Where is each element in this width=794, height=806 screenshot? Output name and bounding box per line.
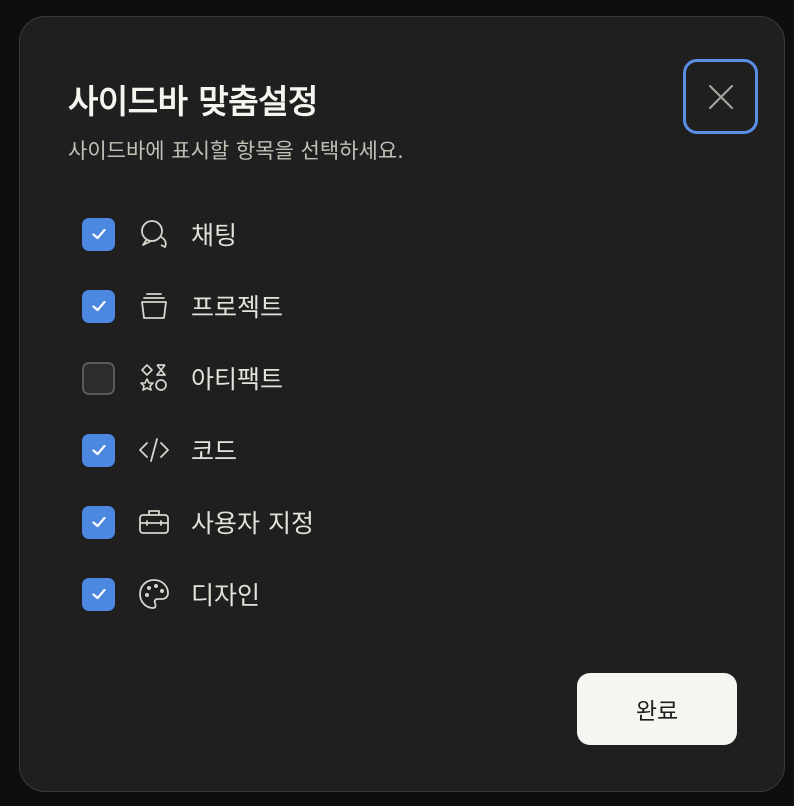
code-icon [137, 433, 171, 467]
folder-stack-icon [137, 289, 171, 323]
done-button[interactable]: 완료 [577, 673, 737, 745]
sidebar-option-customize[interactable]: 사용자 지정 [82, 502, 482, 542]
close-button[interactable] [683, 59, 758, 134]
checkbox-projects[interactable] [82, 289, 115, 323]
sidebar-option-artifacts[interactable]: 아티팩트 [82, 358, 482, 398]
toolbox-icon [137, 505, 171, 539]
checkmark-icon [91, 588, 106, 600]
sidebar-option-label: 사용자 지정 [191, 509, 314, 538]
checkbox-artifacts[interactable] [82, 361, 115, 395]
sidebar-option-label: 디자인 [191, 581, 261, 610]
sidebar-option-code[interactable]: 코드 [82, 430, 482, 470]
checkbox-design[interactable] [82, 577, 115, 611]
customize-sidebar-dialog: 사이드바 맞춤설정 사이드바에 표시할 항목을 선택하세요. 채팅 프로젝트 아… [19, 16, 785, 792]
sidebar-option-label: 코드 [191, 437, 238, 466]
checkmark-icon [91, 228, 106, 240]
checkmark-icon [91, 444, 106, 456]
dialog-title: 사이드바 맞춤설정 [68, 82, 318, 121]
checkbox-chat[interactable] [82, 217, 115, 251]
checkmark-icon [91, 516, 106, 528]
checkbox-code[interactable] [82, 433, 115, 467]
sidebar-option-label: 채팅 [191, 221, 238, 250]
sidebar-option-projects[interactable]: 프로젝트 [82, 286, 482, 326]
sidebar-option-design[interactable]: 디자인 [82, 574, 482, 614]
palette-icon [137, 577, 171, 611]
chat-bubbles-icon [137, 217, 171, 251]
sidebar-option-label: 아티팩트 [191, 365, 284, 394]
close-icon [708, 84, 733, 109]
checkbox-customize[interactable] [82, 505, 115, 539]
sidebar-option-label: 프로젝트 [191, 293, 284, 322]
shapes-icon [137, 361, 171, 395]
sidebar-option-chat[interactable]: 채팅 [82, 214, 482, 254]
checkmark-icon [91, 300, 106, 312]
dialog-subtitle: 사이드바에 표시할 항목을 선택하세요. [68, 139, 404, 163]
